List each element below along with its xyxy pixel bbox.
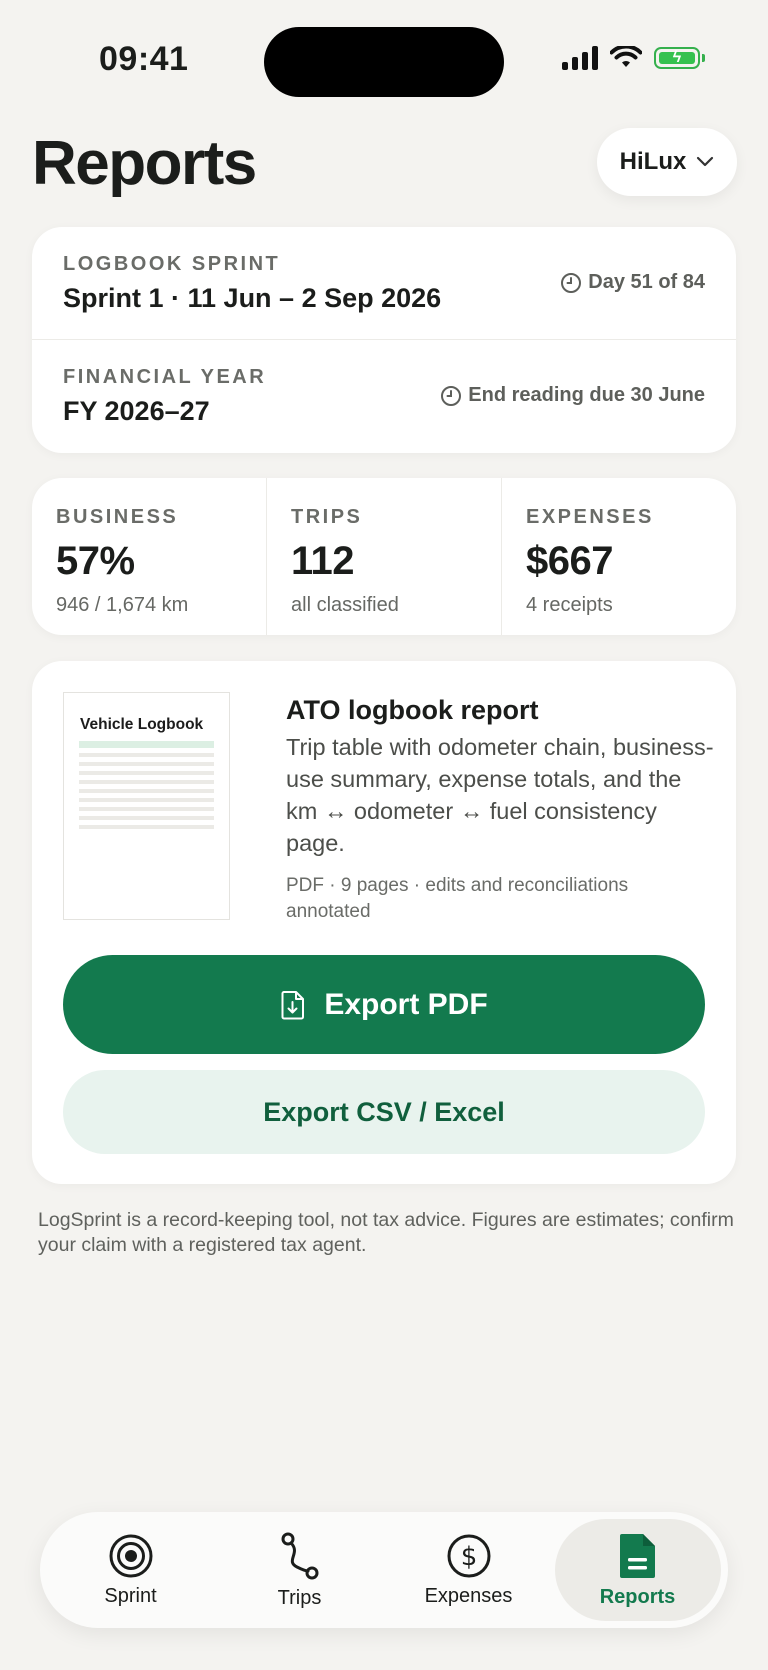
stat-business: BUSINESS 57% 946 / 1,674 km	[32, 478, 266, 635]
page-title: Reports	[32, 129, 257, 198]
stat-label: EXPENSES	[526, 506, 654, 528]
cellular-signal-icon	[562, 46, 598, 70]
stat-value: 112	[291, 539, 355, 583]
export-csv-label: Export CSV / Excel	[263, 1096, 505, 1127]
thumbnail-lines	[79, 741, 214, 834]
report-thumbnail[interactable]: Vehicle Logbook	[63, 692, 230, 920]
ato-report-card: Vehicle Logbook ATO logbook report Trip …	[32, 661, 736, 1184]
stat-label: BUSINESS	[56, 506, 179, 528]
end-reading-due-text: End reading due 30 June	[468, 384, 705, 406]
report-description: Trip table with odometer chain, business…	[286, 734, 714, 856]
vehicle-selector-label: HiLux	[619, 148, 687, 175]
tab-label: Trips	[277, 1586, 322, 1609]
dollar-icon: $	[447, 1534, 490, 1577]
sprint-progress: Day 51 of 84	[560, 271, 705, 294]
financial-year-value: FY 2026–27	[63, 396, 210, 426]
disclaimer-text: LogSprint is a record-keeping tool, not …	[38, 1209, 734, 1256]
logbook-sprint-eyebrow: LOGBOOK SPRINT	[63, 253, 281, 275]
tab-sprint[interactable]: Sprint	[48, 1519, 214, 1621]
stat-sub: 4 receipts	[526, 594, 613, 616]
clock-icon	[561, 272, 582, 293]
dynamic-island	[264, 27, 504, 97]
stat-sub: 946 / 1,674 km	[56, 594, 189, 616]
document-icon	[619, 1533, 655, 1578]
status-icons: ϟ	[562, 46, 705, 70]
logbook-sprint-value: Sprint 1 · 11 Jun – 2 Sep 2026	[63, 283, 442, 313]
battery-charging-icon: ϟ	[654, 47, 705, 69]
tab-bar: Sprint Trips $ Expenses Reports	[40, 1512, 728, 1628]
tab-trips[interactable]: Trips	[217, 1519, 383, 1621]
sprint-progress-text: Day 51 of 84	[588, 271, 705, 293]
stat-label: TRIPS	[291, 506, 363, 528]
tab-reports[interactable]: Reports	[554, 1519, 721, 1621]
report-meta: PDF · 9 pages · edits and reconciliation…	[286, 875, 629, 922]
thumbnail-title: Vehicle Logbook	[80, 716, 204, 733]
status-time: 09:41	[99, 40, 189, 78]
file-download-icon	[281, 990, 305, 1019]
stat-trips: TRIPS 112 all classified	[266, 478, 501, 635]
route-icon	[281, 1532, 318, 1579]
vehicle-selector-button[interactable]: HiLux	[597, 128, 737, 196]
tab-label: Expenses	[424, 1584, 513, 1607]
export-pdf-button[interactable]: Export PDF	[63, 955, 705, 1054]
tab-expenses[interactable]: $ Expenses	[386, 1519, 552, 1621]
report-title: ATO logbook report	[286, 695, 539, 725]
sprint-info-card: LOGBOOK SPRINT Sprint 1 · 11 Jun – 2 Sep…	[32, 227, 736, 453]
chevron-down-icon	[697, 156, 714, 167]
clock-icon	[441, 385, 462, 406]
end-reading-due: End reading due 30 June	[440, 384, 705, 407]
tab-label: Sprint	[104, 1584, 157, 1607]
financial-year-eyebrow: FINANCIAL YEAR	[63, 366, 267, 388]
wifi-icon	[610, 46, 642, 67]
export-pdf-label: Export PDF	[324, 987, 488, 1021]
stats-card: BUSINESS 57% 946 / 1,674 km TRIPS 112 al…	[32, 478, 736, 635]
stat-sub: all classified	[291, 594, 399, 616]
tab-label: Reports	[599, 1585, 676, 1608]
stat-expenses: EXPENSES $667 4 receipts	[501, 478, 736, 635]
export-csv-button[interactable]: Export CSV / Excel	[63, 1070, 705, 1154]
financial-year-row[interactable]: FINANCIAL YEAR FY 2026–27 End reading du…	[32, 340, 736, 453]
target-icon	[109, 1534, 152, 1577]
logbook-sprint-row[interactable]: LOGBOOK SPRINT Sprint 1 · 11 Jun – 2 Sep…	[32, 227, 736, 340]
stat-value: 57%	[56, 539, 135, 583]
stat-value: $667	[526, 539, 613, 583]
svg-text:$: $	[460, 1542, 477, 1572]
